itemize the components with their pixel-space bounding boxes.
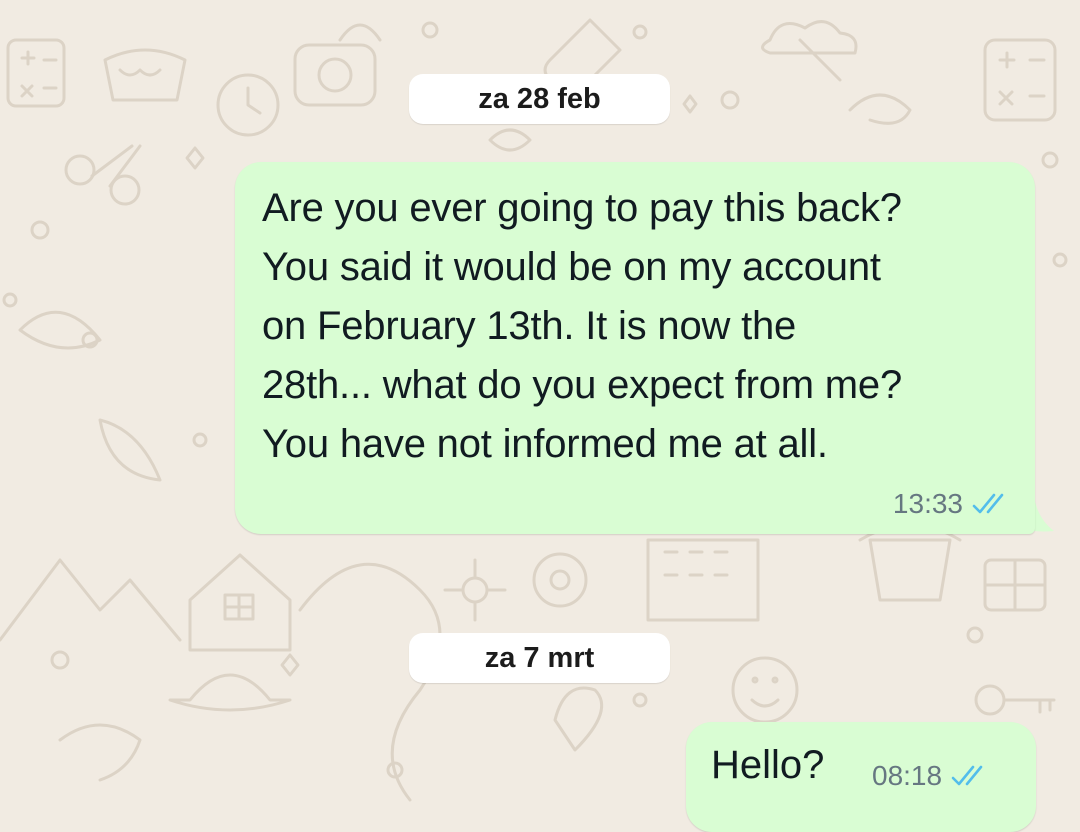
- outgoing-message-bubble[interactable]: Hello? 08:18: [686, 722, 1036, 832]
- message-text: Hello?: [711, 743, 825, 787]
- date-separator-label: za 7 mrt: [484, 641, 595, 674]
- message-time: 08:18: [872, 760, 943, 791]
- message-meta: 13:33: [893, 488, 1011, 520]
- message-text: Are you ever going to pay this back? You…: [262, 186, 903, 466]
- message-time: 13:33: [892, 488, 963, 519]
- date-separator: za 7 mrt: [409, 633, 670, 683]
- message-meta: 08:18: [872, 760, 990, 792]
- date-separator: za 28 feb: [409, 74, 670, 124]
- double-check-read-icon: [951, 765, 983, 786]
- double-check-read-icon: [972, 493, 1004, 514]
- outgoing-message-bubble[interactable]: Are you ever going to pay this back? You…: [235, 162, 1035, 534]
- date-separator-label: za 28 feb: [478, 82, 601, 115]
